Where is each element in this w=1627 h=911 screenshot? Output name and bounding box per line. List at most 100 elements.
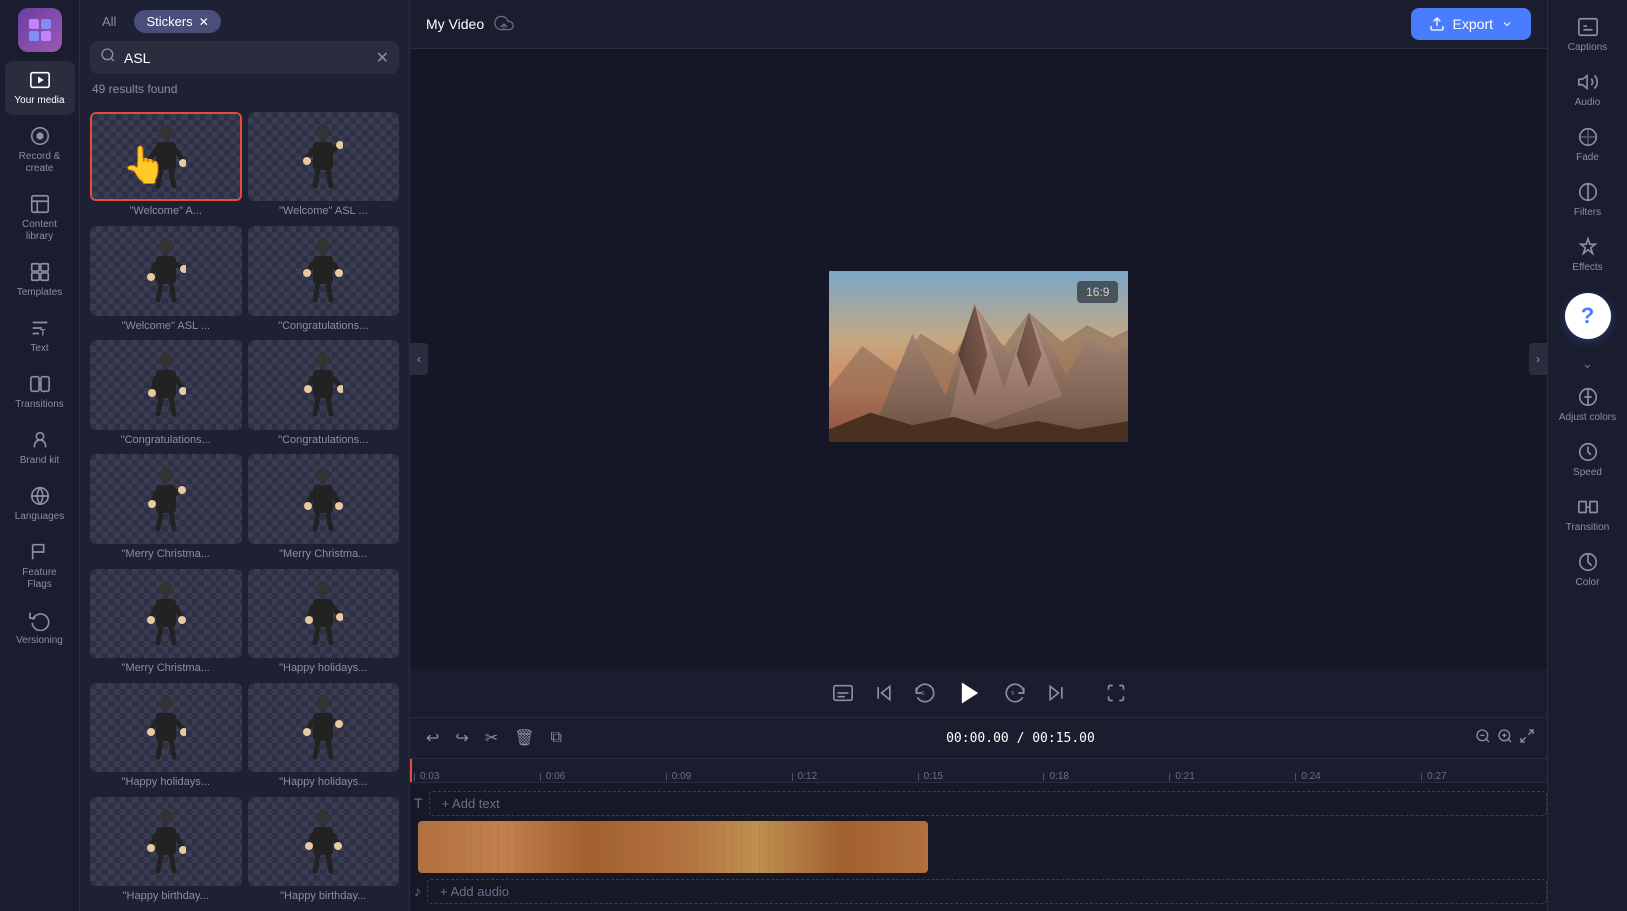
- sticker-thumbnail: [248, 797, 400, 886]
- right-item-audio[interactable]: Audio: [1553, 63, 1623, 116]
- sticker-item[interactable]: "Welcome" ASL ...: [90, 226, 242, 334]
- left-sidebar: Your media Record &create Contentlibrary…: [0, 0, 80, 911]
- sticker-label: "Happy birthday...: [248, 890, 400, 905]
- search-input[interactable]: [124, 50, 368, 66]
- sidebar-item-transitions[interactable]: Transitions: [5, 365, 75, 419]
- sticker-thumbnail: [248, 569, 400, 658]
- sticker-item[interactable]: "Merry Christma...: [90, 454, 242, 562]
- sticker-item[interactable]: "Happy birthday...: [248, 797, 400, 905]
- ruler-mark-6: 0:21: [1169, 771, 1295, 782]
- filters-label: Filters: [1574, 207, 1601, 218]
- video-preview-area: ‹: [410, 49, 1547, 669]
- sticker-item[interactable]: "Happy birthday...: [90, 797, 242, 905]
- cut-btn[interactable]: ✂: [481, 724, 502, 752]
- video-track[interactable]: [418, 821, 928, 873]
- sidebar-item-text[interactable]: T Text: [5, 309, 75, 363]
- sidebar-item-label-content-library: Contentlibrary: [22, 219, 57, 243]
- delete-btn[interactable]: 🗑: [510, 724, 538, 752]
- skip-back-btn[interactable]: [874, 683, 894, 703]
- sticker-item[interactable]: "Merry Christma...: [90, 569, 242, 677]
- close-stickers-icon[interactable]: ✕: [199, 15, 209, 29]
- color-label: Color: [1576, 577, 1600, 588]
- tab-all[interactable]: All: [90, 10, 128, 33]
- undo-btn[interactable]: ↩: [422, 724, 443, 752]
- sidebar-item-versioning[interactable]: Versioning: [5, 601, 75, 655]
- sticker-label: "Merry Christma...: [248, 548, 400, 563]
- right-item-speed[interactable]: Speed: [1553, 433, 1623, 486]
- total-time: 00:15.00: [1032, 731, 1095, 746]
- sidebar-item-label-your-media: Your media: [14, 95, 64, 107]
- clear-search-icon[interactable]: ✕: [376, 48, 389, 68]
- right-item-effects[interactable]: Effects: [1553, 228, 1623, 281]
- sticker-item[interactable]: "Happy holidays...: [248, 569, 400, 677]
- skip-forward-btn[interactable]: [1046, 683, 1066, 703]
- sidebar-item-label-brand-kit: Brand kit: [20, 455, 59, 467]
- sticker-grid: 👆 "Welcome" A...: [80, 106, 409, 911]
- audio-label: Audio: [1575, 97, 1601, 108]
- aspect-ratio-badge: 16:9: [1077, 281, 1118, 303]
- subtitle-btn[interactable]: [832, 682, 854, 704]
- sticker-thumbnail: [248, 226, 400, 315]
- sticker-item[interactable]: "Congratulations...: [248, 226, 400, 334]
- sticker-item[interactable]: 👆 "Welcome" A...: [90, 112, 242, 220]
- sticker-item[interactable]: "Happy holidays...: [248, 683, 400, 791]
- collapse-panel-btn[interactable]: ‹: [410, 343, 428, 375]
- rewind-5s-btn[interactable]: 5: [914, 682, 936, 704]
- sticker-item[interactable]: "Happy holidays...: [90, 683, 242, 791]
- sidebar-item-languages[interactable]: Languages: [5, 477, 75, 531]
- play-btn[interactable]: [956, 679, 984, 707]
- right-item-captions[interactable]: Captions: [1553, 8, 1623, 61]
- sticker-label: "Welcome" ASL ...: [90, 320, 242, 335]
- right-item-adjust-colors[interactable]: Adjust colors: [1553, 378, 1623, 431]
- right-item-fade[interactable]: Fade: [1553, 118, 1623, 171]
- zoom-in-btn[interactable]: [1497, 728, 1513, 749]
- sidebar-item-feature-flags[interactable]: FeatureFlags: [5, 533, 75, 599]
- right-item-transition[interactable]: Transition: [1553, 488, 1623, 541]
- ruler-mark-3: 0:12: [792, 771, 918, 782]
- export-button[interactable]: Export: [1411, 8, 1531, 40]
- transition-label: Transition: [1566, 522, 1610, 533]
- tab-stickers[interactable]: Stickers ✕: [134, 10, 220, 33]
- adjust-colors-label: Adjust colors: [1559, 412, 1616, 423]
- cloud-save-icon: [494, 13, 514, 36]
- sidebar-item-content-library[interactable]: Contentlibrary: [5, 185, 75, 251]
- add-text-btn[interactable]: + Add text: [429, 791, 1547, 816]
- app-logo: [18, 8, 62, 52]
- ruler-mark-8: 0:27: [1421, 771, 1547, 782]
- ruler-mark-2: 0:09: [666, 771, 792, 782]
- fullscreen-btn[interactable]: [1106, 683, 1126, 703]
- chevron-down-icon[interactable]: ⌄: [1582, 355, 1594, 372]
- timeline-time-display: 00:00.00 / 00:15.00: [946, 731, 1095, 746]
- sticker-thumbnail: [90, 797, 242, 886]
- zoom-out-btn[interactable]: [1475, 728, 1491, 749]
- fit-timeline-btn[interactable]: [1519, 728, 1535, 749]
- collapse-panel-right-btn[interactable]: ›: [1529, 343, 1547, 375]
- add-audio-btn[interactable]: + Add audio: [427, 879, 1547, 904]
- sidebar-item-brand-kit[interactable]: Brand kit: [5, 421, 75, 475]
- sticker-item[interactable]: "Merry Christma...: [248, 454, 400, 562]
- svg-text:5: 5: [921, 691, 924, 697]
- sticker-item[interactable]: "Welcome" ASL ...: [248, 112, 400, 220]
- main-header: My Video Export: [410, 0, 1547, 49]
- redo-btn[interactable]: ↪: [451, 724, 472, 752]
- sticker-item[interactable]: "Congratulations...: [248, 340, 400, 448]
- timeline-zoom: [1475, 728, 1535, 749]
- help-button[interactable]: ?: [1565, 293, 1611, 339]
- sidebar-item-your-media[interactable]: Your media: [5, 61, 75, 115]
- sticker-label: "Welcome" A...: [90, 205, 242, 220]
- sidebar-item-templates[interactable]: Templates: [5, 253, 75, 307]
- right-item-filters[interactable]: Filters: [1553, 173, 1623, 226]
- search-bar: ✕: [90, 41, 399, 74]
- duplicate-btn[interactable]: ⧉: [547, 725, 566, 751]
- right-item-color[interactable]: Color: [1553, 543, 1623, 596]
- timeline-ruler: 0:03 0:06 0:09 0:12 0:15 0:18 0:21 0:24 …: [410, 759, 1547, 783]
- sticker-label: "Merry Christma...: [90, 662, 242, 677]
- sticker-thumbnail: [90, 683, 242, 772]
- video-title-text: My Video: [426, 16, 484, 32]
- sidebar-item-record-create[interactable]: Record &create: [5, 117, 75, 183]
- sticker-thumbnail: [248, 340, 400, 429]
- timeline-tools: ↩ ↪ ✂ 🗑 ⧉: [422, 724, 566, 752]
- forward-5s-btn[interactable]: 5: [1004, 682, 1026, 704]
- sticker-item[interactable]: "Congratulations...: [90, 340, 242, 448]
- sticker-thumbnail: [90, 569, 242, 658]
